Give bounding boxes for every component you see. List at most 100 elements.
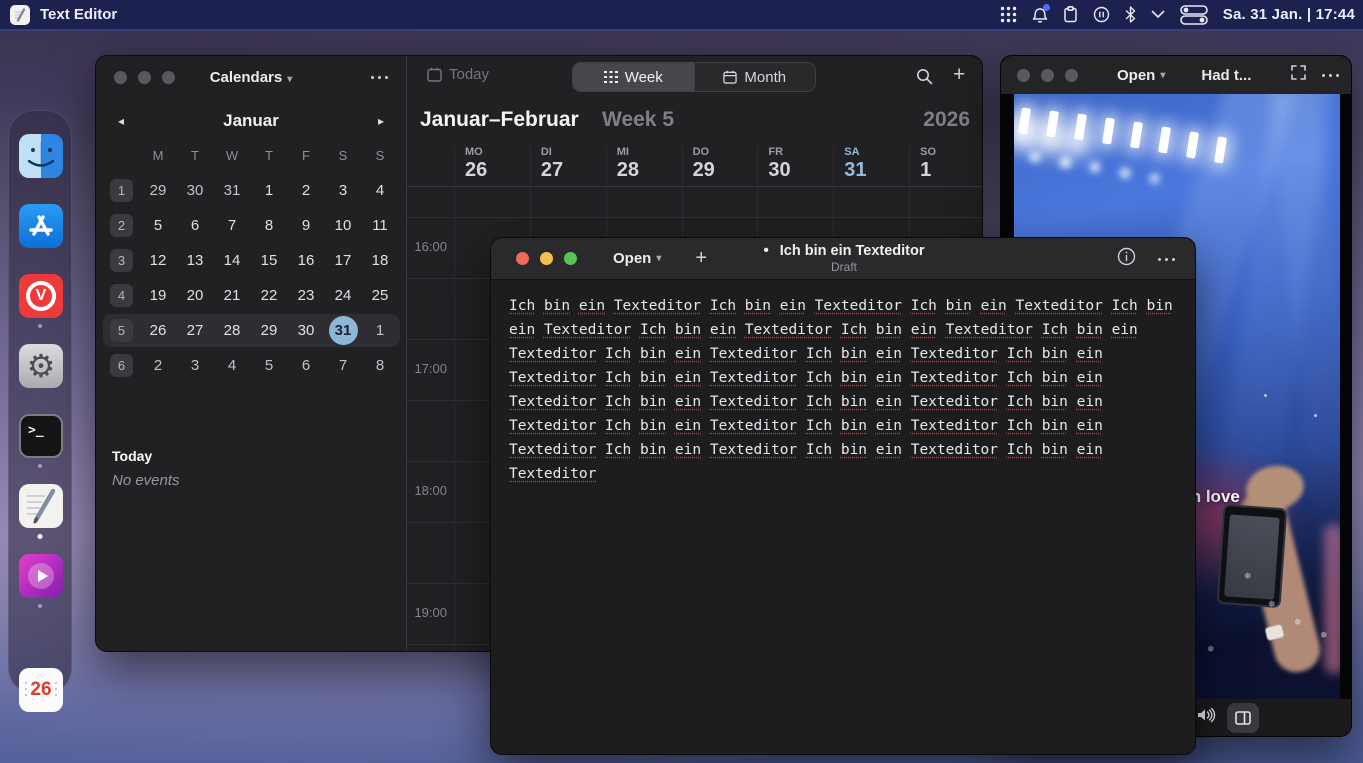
dock-item-finder[interactable]	[19, 134, 63, 178]
quick-settings-toggles-icon[interactable]	[1180, 5, 1208, 25]
mini-calendar-day[interactable]: 22	[251, 278, 288, 313]
dock-item-system-settings[interactable]: ⚙	[19, 344, 63, 388]
mini-calendar-day[interactable]: 5	[140, 208, 177, 243]
menu-ellipsis-icon[interactable]	[1322, 74, 1339, 77]
mini-calendar-day[interactable]: 11	[362, 208, 399, 243]
add-event-icon[interactable]: +	[953, 63, 965, 87]
mini-calendar-day[interactable]: 23	[288, 278, 325, 313]
mini-calendar-day[interactable]: 2	[288, 173, 325, 208]
menu-ellipsis-icon[interactable]	[1158, 258, 1175, 261]
mini-calendar-day[interactable]: 30	[177, 173, 214, 208]
mini-calendar-day[interactable]: 1	[362, 313, 399, 348]
mini-calendar-day[interactable]: 17	[325, 243, 362, 278]
info-icon[interactable]	[1117, 247, 1136, 271]
word: bin	[841, 346, 867, 362]
mini-calendar-day[interactable]: 16	[288, 243, 325, 278]
mini-calendar-day[interactable]: 10	[325, 208, 362, 243]
mini-calendar-day[interactable]: 8	[362, 348, 399, 383]
hour-label: 19:00	[407, 605, 447, 620]
dock-item-terminal[interactable]: >_	[19, 414, 63, 458]
mini-calendar-day[interactable]: 29	[140, 173, 177, 208]
notification-badge	[1043, 4, 1050, 11]
editor-text[interactable]: Ich bin ein Texteditor Ich bin ein Texte…	[509, 294, 1181, 486]
mini-calendar-day[interactable]: 18	[362, 243, 399, 278]
mini-calendar-day[interactable]: 3	[177, 348, 214, 383]
tab-month[interactable]: Month	[694, 63, 816, 91]
mini-calendar-day[interactable]: 1	[251, 173, 288, 208]
mini-calendar-day[interactable]: 4	[362, 173, 399, 208]
notifications-bell-icon[interactable]	[1032, 6, 1048, 23]
open-dropdown[interactable]: Open▾	[613, 250, 661, 267]
mini-calendar-day[interactable]: 27	[177, 313, 214, 348]
day-header-mi[interactable]: MI28	[606, 146, 681, 187]
new-tab-button[interactable]: +	[695, 247, 707, 270]
day-header-sa[interactable]: SA31	[833, 146, 908, 187]
mini-calendar-day[interactable]: 6	[288, 348, 325, 383]
mini-calendar-day[interactable]: 28	[214, 313, 251, 348]
dock-item-text-editor[interactable]	[19, 484, 63, 528]
mini-calendar-day[interactable]: 20	[177, 278, 214, 313]
day-header-do[interactable]: DO29	[682, 146, 757, 187]
video-window-header: Open▾ Had t...	[1001, 56, 1352, 94]
close-button[interactable]	[516, 252, 529, 265]
chevron-down-icon[interactable]	[1151, 10, 1165, 19]
minimize-button[interactable]	[1041, 69, 1054, 82]
mini-calendar-day[interactable]: 31	[325, 313, 362, 348]
search-icon[interactable]	[916, 68, 933, 90]
mini-calendar-day[interactable]: 26	[140, 313, 177, 348]
clock-label[interactable]: Sa. 31 Jan. | 17:44	[1223, 6, 1355, 23]
mini-calendar-day[interactable]: 15	[251, 243, 288, 278]
speaker-icon[interactable]	[1197, 707, 1217, 728]
mini-calendar-day[interactable]: 12	[140, 243, 177, 278]
today-button[interactable]: Today	[427, 66, 489, 83]
day-header-di[interactable]: DI27	[530, 146, 605, 187]
mini-calendar-day[interactable]: 31	[214, 173, 251, 208]
week-number-badge: 6	[110, 354, 133, 377]
mini-calendar-day[interactable]: 9	[288, 208, 325, 243]
bluetooth-icon[interactable]	[1125, 6, 1136, 23]
document-title-block: • Ich bin ein Texteditor Draft	[763, 242, 924, 274]
mini-calendar-day[interactable]: 8	[251, 208, 288, 243]
word: Texteditor	[509, 466, 596, 482]
tab-week[interactable]: Week	[573, 63, 694, 91]
mini-calendar-day[interactable]: 14	[214, 243, 251, 278]
mini-calendar-day[interactable]: 2	[140, 348, 177, 383]
pause-circle-icon[interactable]	[1093, 6, 1110, 23]
hour-label: 17:00	[407, 361, 447, 376]
word: ein	[876, 394, 902, 410]
close-button[interactable]	[1017, 69, 1030, 82]
mini-calendar-day[interactable]: 24	[325, 278, 362, 313]
day-header-so[interactable]: SO1	[909, 146, 983, 187]
open-dropdown[interactable]: Open▾	[1117, 67, 1165, 84]
sidebar-toggle-button[interactable]	[1227, 703, 1259, 733]
mini-calendar-row: 62345678	[96, 348, 406, 383]
minimize-button[interactable]	[540, 252, 553, 265]
mini-calendar-day[interactable]: 25	[362, 278, 399, 313]
clipboard-icon[interactable]	[1063, 6, 1078, 23]
day-header-fr[interactable]: FR30	[757, 146, 832, 187]
mini-calendar-day[interactable]: 21	[214, 278, 251, 313]
mini-calendar-day[interactable]: 5	[251, 348, 288, 383]
dock-item-vivaldi-browser[interactable]: V	[19, 274, 63, 318]
mini-calendar-day[interactable]: 7	[214, 208, 251, 243]
mini-calendar-day[interactable]: 3	[325, 173, 362, 208]
fullscreen-icon[interactable]	[1291, 65, 1306, 85]
day-header-mo[interactable]: MO26	[454, 146, 529, 187]
mini-calendar-day[interactable]: 4	[214, 348, 251, 383]
mini-calendar-day[interactable]: 13	[177, 243, 214, 278]
app-grid-icon[interactable]	[1000, 6, 1017, 23]
maximize-button[interactable]	[564, 252, 577, 265]
mini-calendar-day[interactable]: 29	[251, 313, 288, 348]
mini-calendar-day[interactable]: 7	[325, 348, 362, 383]
dock-item-media-player[interactable]	[19, 554, 63, 598]
mini-calendar-day[interactable]: 30	[288, 313, 325, 348]
calendars-dropdown[interactable]: Calendars▾	[96, 69, 406, 86]
word: Texteditor	[710, 370, 797, 386]
snowflake-watermark: ❅	[1207, 644, 1215, 655]
mini-calendar-day[interactable]: 19	[140, 278, 177, 313]
dock-item-app-store[interactable]	[19, 204, 63, 248]
day-name-label: SO	[920, 146, 983, 159]
mini-calendar-day[interactable]: 6	[177, 208, 214, 243]
active-app-title[interactable]: Text Editor	[40, 6, 117, 23]
maximize-button[interactable]	[1065, 69, 1078, 82]
